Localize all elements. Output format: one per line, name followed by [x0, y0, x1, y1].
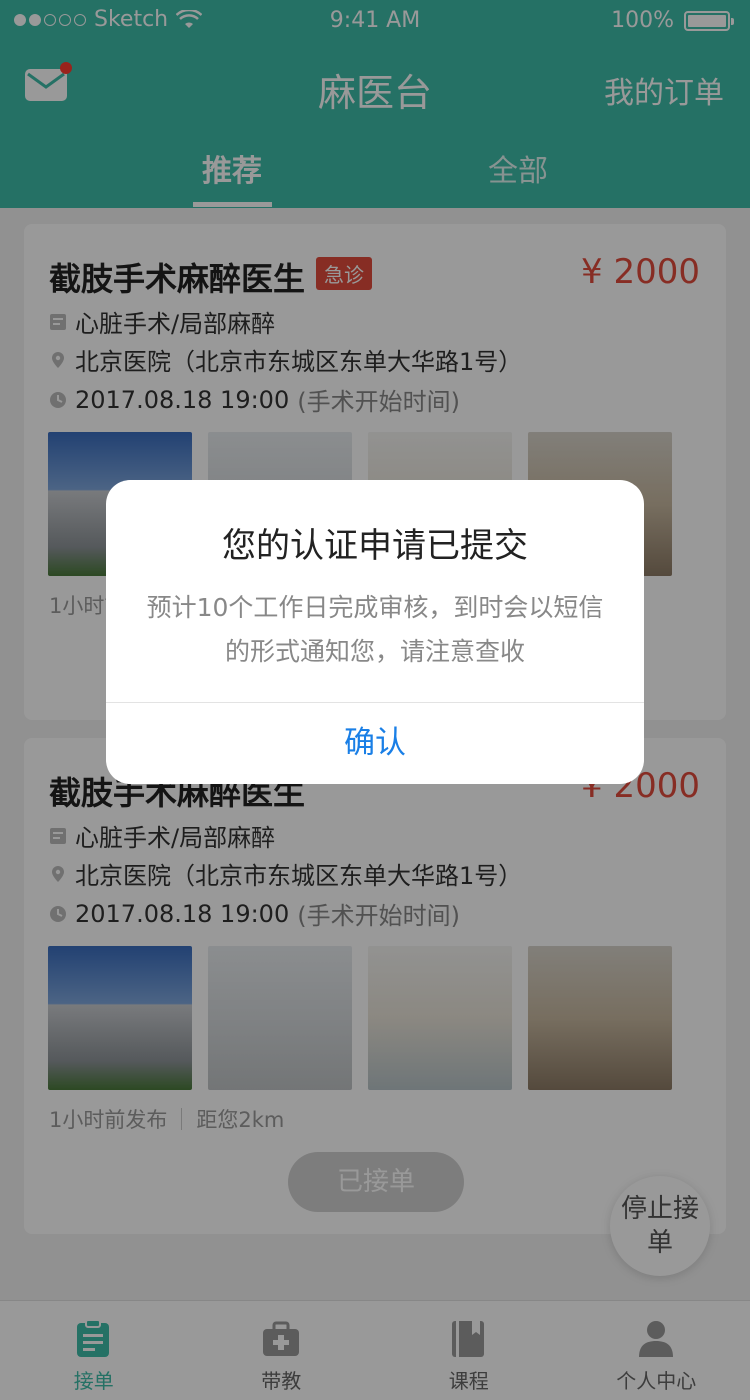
confirmation-dialog: 您的认证申请已提交 预计10个工作日完成审核，到时会以短信的形式通知您，请注意查…: [106, 480, 644, 784]
confirm-button[interactable]: 确认: [106, 702, 644, 784]
dialog-message: 预计10个工作日完成审核，到时会以短信的形式通知您，请注意查收: [146, 593, 604, 666]
dialog-title: 您的认证申请已提交: [222, 526, 528, 566]
